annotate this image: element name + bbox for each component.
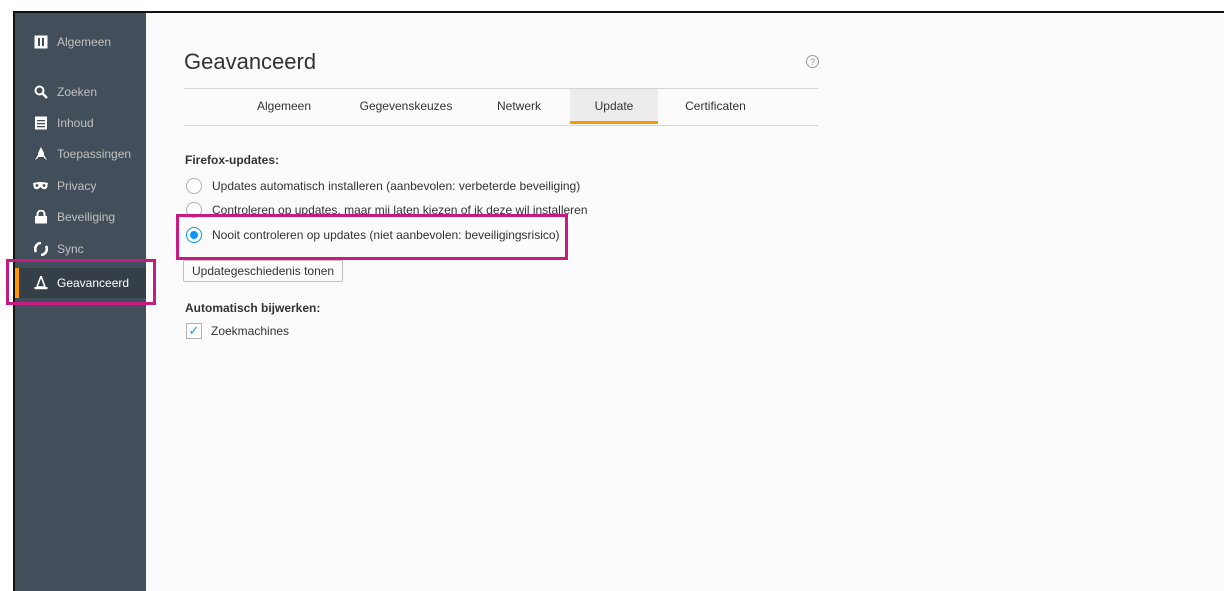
sidebar: Algemeen Zoeken Inhoud Toepassingen Priv… bbox=[15, 13, 146, 591]
radio-label: Nooit controleren op updates (niet aanbe… bbox=[212, 228, 560, 242]
checkbox[interactable]: ✓ bbox=[186, 323, 202, 339]
radio-never-check[interactable]: Nooit controleren op updates (niet aanbe… bbox=[186, 225, 560, 245]
page-title: Geavanceerd bbox=[184, 49, 317, 74]
show-update-history-button[interactable]: Updategeschiedenis tonen bbox=[183, 260, 344, 282]
preferences-window: Algemeen Zoeken Inhoud Toepassingen Priv… bbox=[13, 11, 1224, 591]
help-icon[interactable]: ? bbox=[806, 55, 819, 68]
sidebar-item-label: Inhoud bbox=[57, 116, 94, 130]
main-panel: Geavanceerd ? Algemeen Gegevenskeuzes Ne… bbox=[146, 13, 1224, 591]
tab-update[interactable]: Update bbox=[570, 89, 658, 124]
sidebar-item-privacy[interactable]: Privacy bbox=[15, 171, 146, 201]
document-icon bbox=[33, 116, 48, 131]
sidebar-item-geavanceerd[interactable]: Geavanceerd bbox=[15, 268, 146, 298]
radio-auto-install[interactable]: Updates automatisch installeren (aanbevo… bbox=[186, 176, 580, 196]
wizard-hat-icon bbox=[33, 276, 48, 291]
sidebar-item-label: Zoeken bbox=[57, 85, 98, 99]
tab-certificaten[interactable]: Certificaten bbox=[669, 89, 762, 123]
checkbox-label: Zoekmachines bbox=[211, 324, 290, 338]
sidebar-item-label: Toepassingen bbox=[57, 147, 132, 161]
tab-bar: Algemeen Gegevenskeuzes Netwerk Update C… bbox=[184, 88, 818, 126]
radio-button-selected[interactable] bbox=[186, 227, 202, 243]
radio-dot bbox=[190, 231, 198, 239]
radio-button[interactable] bbox=[186, 178, 202, 194]
rocket-icon bbox=[33, 147, 48, 162]
sidebar-item-sync[interactable]: Sync bbox=[15, 234, 146, 264]
lock-icon bbox=[33, 210, 48, 225]
sidebar-item-label: Algemeen bbox=[57, 35, 112, 49]
radio-button[interactable] bbox=[186, 202, 202, 218]
sidebar-item-zoeken[interactable]: Zoeken bbox=[15, 77, 146, 107]
sidebar-item-algemeen[interactable]: Algemeen bbox=[15, 27, 146, 57]
mask-icon bbox=[33, 179, 48, 194]
tab-netwerk[interactable]: Netwerk bbox=[484, 89, 554, 123]
general-icon bbox=[33, 35, 48, 50]
sidebar-item-label: Privacy bbox=[57, 179, 97, 193]
sync-icon bbox=[33, 242, 48, 257]
tab-algemeen[interactable]: Algemeen bbox=[244, 89, 324, 123]
radio-label: Updates automatisch installeren (aanbevo… bbox=[212, 179, 581, 193]
radio-check-let-choose[interactable]: Controleren op updates, maar mij laten k… bbox=[186, 200, 588, 220]
sidebar-item-label: Beveiliging bbox=[57, 210, 116, 224]
sidebar-item-label: Sync bbox=[57, 242, 84, 256]
sidebar-item-beveiliging[interactable]: Beveiliging bbox=[15, 202, 146, 232]
auto-update-heading: Automatisch bijwerken: bbox=[185, 301, 321, 315]
firefox-updates-heading: Firefox-updates: bbox=[185, 153, 280, 167]
sidebar-item-label: Geavanceerd bbox=[57, 276, 130, 290]
search-icon bbox=[33, 85, 48, 100]
tab-gegevenskeuzes[interactable]: Gegevenskeuzes bbox=[351, 89, 461, 123]
checkbox-search-engines[interactable]: ✓ Zoekmachines bbox=[186, 323, 289, 339]
sidebar-item-toepassingen[interactable]: Toepassingen bbox=[15, 139, 146, 169]
radio-label: Controleren op updates, maar mij laten k… bbox=[212, 203, 588, 217]
sidebar-item-inhoud[interactable]: Inhoud bbox=[15, 108, 146, 138]
